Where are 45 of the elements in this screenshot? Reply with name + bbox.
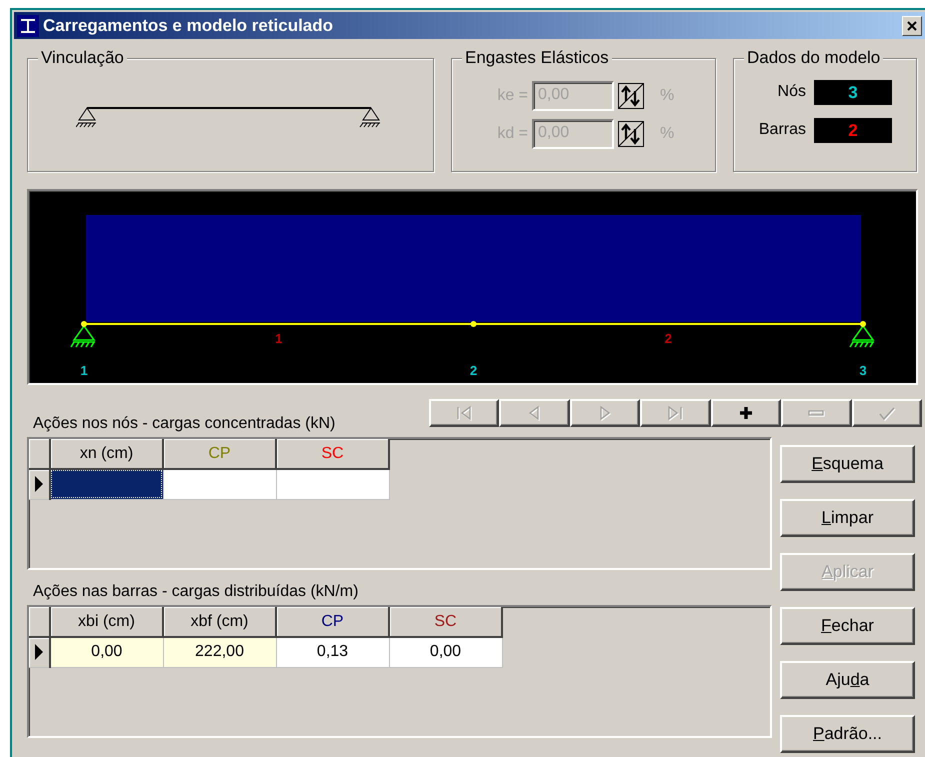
node-number: 2: [470, 363, 478, 378]
bar-number: 2: [664, 331, 672, 346]
counter-display: 3: [814, 80, 892, 104]
counter-label: Nós: [778, 83, 806, 101]
bar-number: 1: [275, 331, 282, 346]
dialog-button[interactable]: Padrão...: [780, 715, 915, 753]
column-header[interactable]: xn (cm): [50, 439, 163, 469]
grid-cell[interactable]: 0,00: [389, 637, 502, 667]
last-record-icon: [666, 405, 684, 421]
column-header[interactable]: CP: [276, 607, 389, 637]
grid-caption: Ações nas barras - cargas distribuídas (kN/m): [33, 583, 360, 602]
close-button[interactable]: [902, 16, 922, 36]
unit-label: %: [660, 87, 674, 105]
spinner-icon[interactable]: [618, 83, 644, 109]
checkmark-icon: [878, 405, 896, 421]
group-title: Vinculação: [38, 48, 127, 68]
grid-cell[interactable]: 222,00: [163, 637, 276, 667]
counter-label: Barras: [758, 121, 806, 139]
dialog-button[interactable]: Fechar: [780, 607, 915, 645]
node-number: 1: [80, 363, 88, 378]
grid-cell[interactable]: [163, 469, 276, 499]
first-record-icon: [454, 405, 473, 421]
node-point: [81, 321, 87, 327]
group-title: Engastes Elásticos: [462, 48, 612, 68]
close-icon: [907, 20, 917, 30]
grid-cell[interactable]: [50, 469, 163, 499]
node-number: 3: [859, 363, 867, 378]
counter-display: 2: [814, 118, 892, 142]
node-point: [470, 321, 476, 327]
column-header[interactable]: xbf (cm): [163, 607, 276, 637]
dialog-button[interactable]: Esquema: [780, 445, 915, 483]
grid-cell[interactable]: 0,00: [50, 637, 163, 667]
grid-cell[interactable]: 0,13: [276, 637, 389, 667]
i-beam-icon: [17, 14, 39, 36]
grid-caption: Ações nos nós - cargas concentradas (kN): [33, 415, 336, 434]
navigator-button[interactable]: [710, 399, 781, 427]
spinner-icon[interactable]: [618, 121, 644, 147]
dialog-button[interactable]: Limpar: [780, 499, 915, 537]
window-title: Carregamentos e modelo reticulado: [43, 16, 334, 36]
dialog-button[interactable]: Ajuda: [780, 661, 915, 699]
node-point: [860, 321, 866, 327]
grid-cell[interactable]: [276, 469, 389, 499]
unit-label: %: [660, 125, 674, 143]
column-header[interactable]: SC: [389, 607, 502, 637]
column-header[interactable]: xbi (cm): [50, 607, 163, 637]
